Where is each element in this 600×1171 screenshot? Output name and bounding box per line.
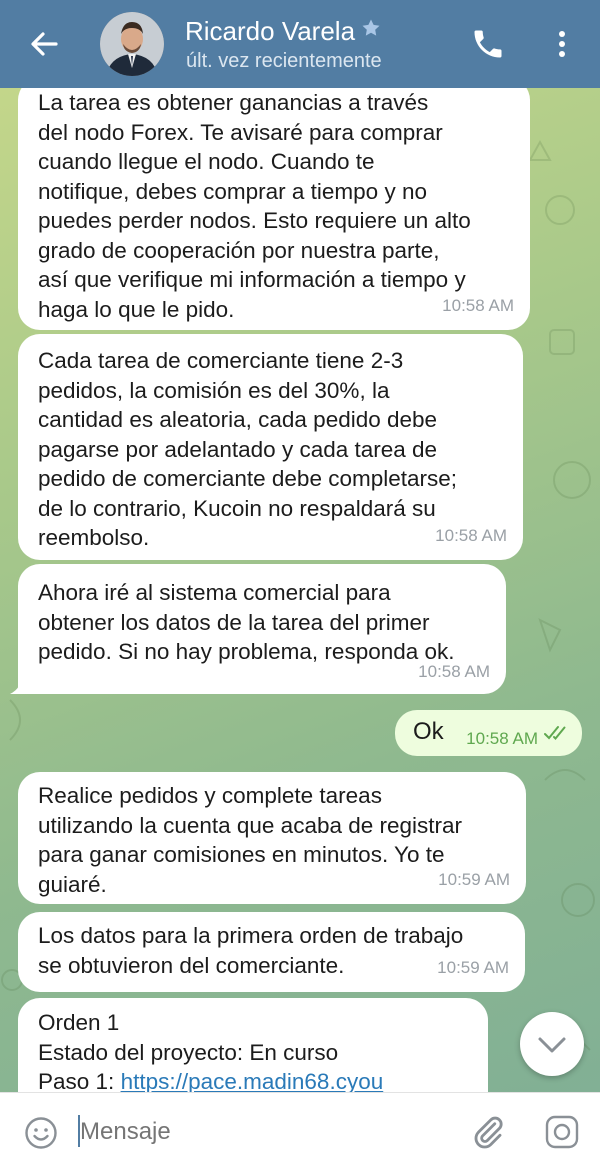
message-outgoing[interactable]: Ok 10:58 AM [395, 710, 582, 756]
smiley-icon [25, 1117, 57, 1149]
paperclip-icon [474, 1116, 503, 1149]
message-line: cantidad es aleatoria, cada pedido debe [38, 407, 438, 432]
message-text: Cada tarea de comerciante tiene 2-3 pedi… [38, 334, 503, 553]
message-link[interactable]: https://pace.madin68.cyou [121, 1069, 384, 1092]
message-line: del nodo Forex. Te avisaré para comprar [38, 119, 443, 145]
contact-status: últ. vez recientemente [186, 50, 382, 72]
message-text: Orden 1 Estado del proyecto: En curso Pa… [38, 998, 468, 1092]
message-time: 10:59 AM [437, 957, 509, 977]
message-text: Realice pedidos y complete tareas utiliz… [38, 772, 506, 899]
chat-header: Ricardo Varela últ. vez recientemente [0, 0, 600, 88]
message-incoming[interactable]: Ahora iré al sistema comercial para obte… [10, 564, 506, 694]
message-text: Ok [413, 718, 444, 745]
message-line: Realice pedidos y complete tareas [38, 783, 382, 808]
message-time: 10:59 AM [438, 869, 510, 889]
bubble-tail [10, 674, 30, 694]
link-prefix: Paso 1: [38, 1069, 121, 1092]
instagram-camera-icon [545, 1115, 579, 1149]
more-vertical-icon [559, 31, 565, 57]
scroll-down-button[interactable] [520, 1012, 584, 1076]
message-line: obtener los datos de la tarea del primer [38, 609, 430, 635]
message-line: pedidos, la comisión es del 30%, la [38, 377, 390, 403]
phone-icon [474, 30, 502, 58]
message-incoming[interactable]: Realice pedidos y complete tareas utiliz… [18, 772, 526, 904]
message-incoming[interactable]: Los datos para la primera orden de traba… [18, 912, 525, 992]
message-time: 10:58 AM [466, 729, 538, 748]
more-menu-button[interactable] [550, 26, 574, 62]
message-text: Ahora iré al sistema comercial para obte… [38, 564, 486, 667]
message-line: pagarse por adelantado y cada tarea de [38, 436, 438, 462]
message-line: para ganar comisiones en minutos. Yo te [38, 842, 445, 867]
arrow-left-icon [31, 32, 58, 56]
avatar[interactable] [100, 12, 164, 76]
message-line: reembolso. [38, 525, 150, 550]
attach-button[interactable] [470, 1113, 506, 1151]
message-input-bar [0, 1092, 600, 1171]
message-line: se obtuvieron del comerciante. [38, 952, 345, 978]
message-line: cuando llegue el nodo. Cuando te [38, 149, 375, 174]
message-line: Paso 1: https://pace.madin68.cyou [38, 1067, 468, 1092]
star-icon [361, 14, 381, 45]
message-line: Cada tarea de comerciante tiene 2-3 [38, 348, 404, 373]
message-line: puedes perder nodos. Esto requiere un al… [38, 208, 471, 233]
message-time: 10:58 AM [442, 295, 514, 315]
message-incoming[interactable]: Orden 1 Estado del proyecto: En curso Pa… [18, 998, 488, 1092]
message-incoming[interactable]: Cada tarea de comerciante tiene 2-3 pedi… [18, 334, 523, 560]
message-line: Los datos para la primera orden de traba… [38, 923, 464, 948]
double-check-icon [544, 726, 566, 740]
message-line: Orden 1 [38, 1010, 120, 1035]
message-line: Estado del proyecto: En curso [38, 1039, 339, 1065]
message-line: pedido de comerciante debe completarse; [38, 466, 458, 491]
message-line: de lo contrario, Kucoin no respaldará su [38, 495, 436, 521]
message-line: grado de cooperación por nuestra parte, [38, 237, 440, 263]
message-time: 10:58 AM [435, 525, 507, 545]
message-time: 10:58 AM [418, 661, 490, 681]
emoji-button[interactable] [24, 1116, 58, 1150]
message-text: La tarea es obtener ganancias a través d… [38, 88, 510, 324]
message-line: así que verifique mi información a tiemp… [38, 267, 466, 292]
message-line: La tarea es obtener ganancias a través [38, 90, 429, 115]
camera-button[interactable] [544, 1114, 580, 1150]
message-incoming[interactable]: La tarea es obtener ganancias a través d… [18, 88, 530, 330]
message-list[interactable]: La tarea es obtener ganancias a través d… [0, 88, 600, 1092]
call-button[interactable] [470, 26, 506, 62]
message-line: utilizando la cuenta que acaba de regist… [38, 812, 463, 838]
contact-name-text: Ricardo Varela [185, 16, 356, 46]
message-text: Los datos para la primera orden de traba… [38, 912, 505, 980]
message-line: haga lo que le pido. [38, 296, 235, 322]
back-button[interactable] [24, 24, 64, 64]
contact-photo [100, 12, 164, 76]
message-line: guiaré. [38, 871, 107, 897]
message-line: notifique, debes comprar a tiempo y no [38, 178, 427, 204]
contact-name[interactable]: Ricardo Varela [185, 14, 381, 47]
message-line: Ahora iré al sistema comercial para [38, 580, 391, 605]
chevron-down-icon [538, 1037, 566, 1053]
message-input[interactable] [78, 1111, 442, 1153]
